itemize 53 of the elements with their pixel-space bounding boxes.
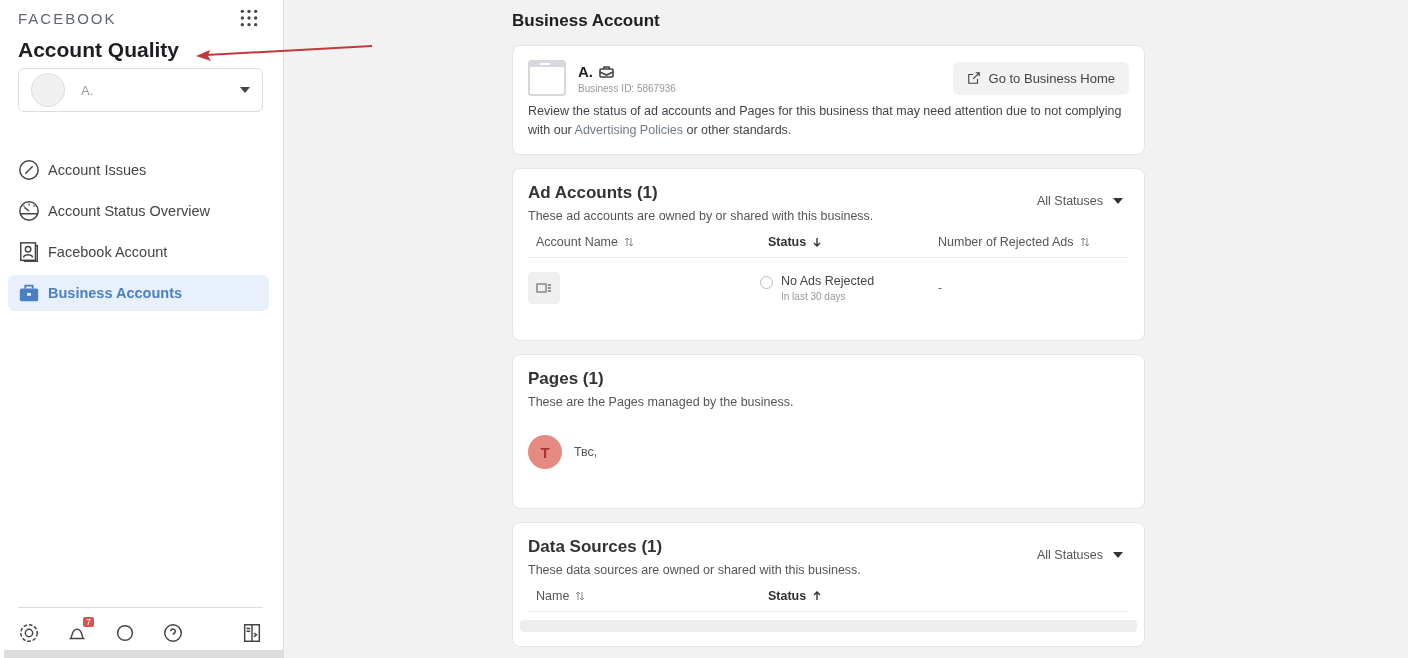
apps-grid-icon[interactable] xyxy=(239,8,259,28)
page-avatar: T xyxy=(528,435,562,469)
id-card-icon xyxy=(18,241,40,263)
status-filter-dropdown[interactable]: All Statuses xyxy=(1031,547,1129,563)
notification-badge: 7 xyxy=(83,617,94,627)
go-to-business-home-button[interactable]: Go to Business Home xyxy=(952,61,1129,95)
page-name[interactable]: Твс, xyxy=(574,445,598,459)
rejected-count: - xyxy=(937,281,944,295)
search-icon[interactable] xyxy=(114,622,136,644)
advertising-policies-link[interactable]: Advertising Policies xyxy=(574,123,683,137)
caret-icon xyxy=(1113,198,1123,204)
nav-item[interactable]: Account Issues xyxy=(8,152,269,188)
card-title: Data Sources (1) xyxy=(528,537,664,557)
status-text: No Ads Rejected xyxy=(781,274,875,288)
ad-account-icon xyxy=(528,272,560,304)
nav-item[interactable]: Business Accounts xyxy=(8,275,269,311)
business-id: Business ID: 5867936 xyxy=(578,82,676,94)
card-title: Pages (1) xyxy=(528,369,605,389)
status-filter-dropdown[interactable]: All Statuses xyxy=(1031,193,1129,209)
page-title: Account Quality xyxy=(17,37,181,63)
column-header[interactable]: Status xyxy=(768,235,938,249)
gauge-icon xyxy=(18,200,40,222)
briefcase-icon xyxy=(599,64,614,78)
help-icon[interactable] xyxy=(162,622,184,644)
nav-item[interactable]: Facebook Account xyxy=(8,234,269,270)
brand-name: FACEBOOK xyxy=(18,9,117,27)
business-name: A. xyxy=(578,62,593,80)
sort-icon xyxy=(575,591,586,601)
arrow-up-icon xyxy=(812,591,823,601)
sort-icon xyxy=(1079,237,1090,247)
card-title: Ad Accounts (1) xyxy=(528,183,659,203)
card-subtitle: These ad accounts are owned by or shared with this business. xyxy=(528,209,874,223)
description: Review the status of ad accounts and Pages for this business that may need attention due to not complying with our Advertising Policies or other standards. xyxy=(528,103,1123,139)
nav-item[interactable]: Account Status Overview xyxy=(8,193,269,229)
external-link-icon xyxy=(966,71,981,85)
sort-icon xyxy=(624,237,634,247)
section-title: Business Account xyxy=(512,11,661,31)
card-subtitle: These data sources are owned or shared with this business. xyxy=(528,563,861,577)
column-header[interactable]: Name xyxy=(536,589,768,603)
column-header[interactable]: Status xyxy=(768,589,1121,603)
briefcase-icon xyxy=(18,282,40,304)
column-header[interactable]: Account Name xyxy=(536,235,768,249)
avatar xyxy=(31,73,65,107)
caret-icon xyxy=(1113,552,1123,558)
arrow-down-icon xyxy=(812,237,823,247)
card-subtitle: These are the Pages managed by the business. xyxy=(528,395,794,409)
settings-icon[interactable] xyxy=(18,622,40,644)
column-header[interactable]: Number of Rejected Ads xyxy=(938,235,1121,249)
circle-slash-icon xyxy=(18,159,40,181)
caret-icon xyxy=(240,87,250,93)
panel-icon[interactable] xyxy=(241,622,263,644)
business-logo-icon xyxy=(528,60,566,96)
status-note: In last 30 days xyxy=(781,291,847,302)
